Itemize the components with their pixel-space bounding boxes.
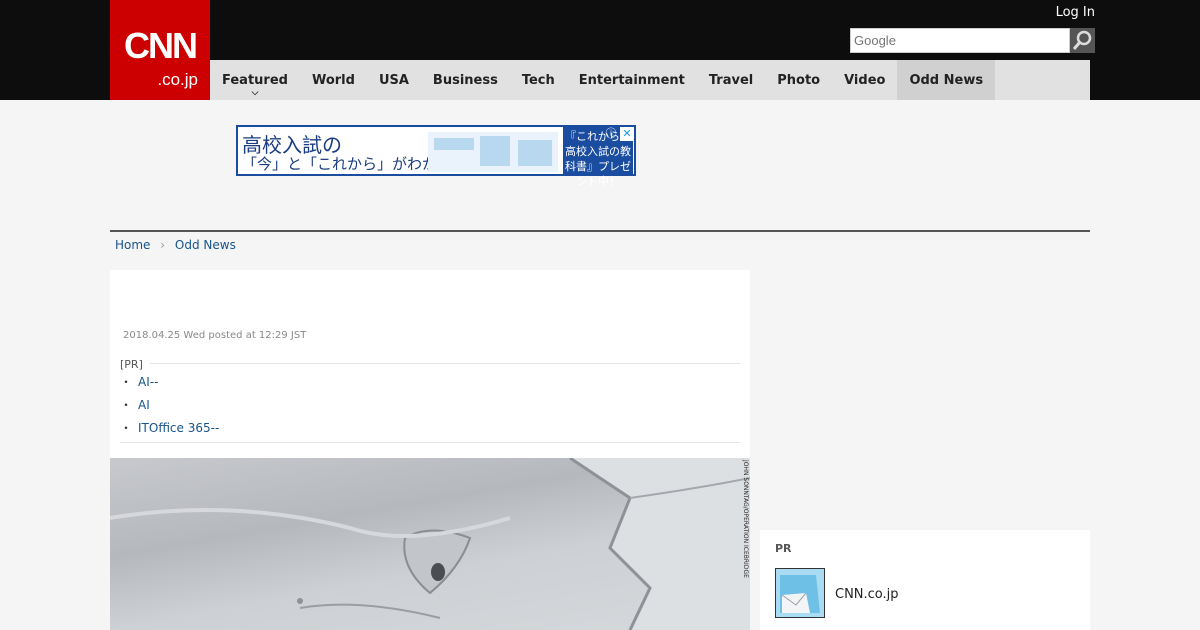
chevron-down-icon: ⌵ xyxy=(251,88,259,98)
nav-video[interactable]: Video xyxy=(832,60,897,100)
pr-divider-top xyxy=(150,363,740,364)
bullet-icon: ・ xyxy=(120,375,133,389)
nav-featured-label: Featured xyxy=(222,72,288,88)
sidebar-item-title[interactable]: CNN.co.jp xyxy=(835,587,899,602)
photo-credit: JOHN SONNTAG/OPERATION ICEBRIDGE xyxy=(742,460,749,578)
pr-link-text: AI xyxy=(138,398,150,412)
pr-link-list: ・ AI-- ・ AI ・ ITOffice 365-- xyxy=(120,371,219,440)
nav-featured[interactable]: Featured ⌵ xyxy=(210,60,300,100)
bullet-icon: ・ xyxy=(120,398,133,412)
pr-divider-bottom xyxy=(120,442,740,443)
ad-image xyxy=(428,132,558,172)
search-icon xyxy=(1072,30,1092,50)
banner-ad[interactable]: 高校入試の 「今」と「これから」がわかる。 『これからの高校入試の教科書』プレゼ… xyxy=(236,125,636,188)
nav-world[interactable]: World xyxy=(300,60,367,100)
main-nav: Featured ⌵ World USA Business Tech Enter… xyxy=(210,60,1090,100)
search-button[interactable] xyxy=(1070,28,1095,53)
logo-main-text: CNN xyxy=(124,25,198,66)
chevron-right-icon: › xyxy=(160,238,166,252)
pr-link-text: AI-- xyxy=(138,375,159,389)
nav-tech[interactable]: Tech xyxy=(510,60,567,100)
pr-link[interactable]: ・ AI xyxy=(120,394,219,417)
breadcrumb-odd-news[interactable]: Odd News xyxy=(175,238,236,252)
sidebar-pr-label: PR xyxy=(775,542,792,555)
envelope-icon xyxy=(776,569,824,617)
article-photo[interactable]: JOHN SONNTAG/OPERATION ICEBRIDGE xyxy=(110,458,750,630)
nav-travel[interactable]: Travel xyxy=(697,60,765,100)
nav-entertainment[interactable]: Entertainment xyxy=(567,60,697,100)
nav-business[interactable]: Business xyxy=(421,60,510,100)
pr-link-text: ITOffice 365-- xyxy=(138,421,220,435)
search-input[interactable] xyxy=(850,28,1070,53)
ad-close-icon[interactable]: ✕ xyxy=(620,127,634,141)
sidebar-thumbnail[interactable] xyxy=(775,568,825,618)
section-divider xyxy=(110,230,1090,232)
sidebar-pr-box: PR CNN.co.jp xyxy=(760,530,1090,630)
ice-hole-illustration xyxy=(110,458,750,630)
pr-link[interactable]: ・ ITOffice 365-- xyxy=(120,417,219,440)
top-header: CNN .co.jp Log In Featured ⌵ World USA B… xyxy=(0,0,1200,100)
ad-info-icon[interactable]: ⓘ xyxy=(604,127,618,141)
breadcrumb-home[interactable]: Home xyxy=(115,238,150,252)
nav-usa[interactable]: USA xyxy=(367,60,421,100)
pr-link[interactable]: ・ AI-- xyxy=(120,371,219,394)
logo-sub-text: .co.jp xyxy=(157,70,198,89)
breadcrumb: Home › Odd News xyxy=(115,238,236,252)
article-dateline: 2018.04.25 Wed posted at 12:29 JST xyxy=(123,330,307,341)
nav-photo[interactable]: Photo xyxy=(765,60,832,100)
cnn-logo[interactable]: CNN .co.jp xyxy=(110,0,210,100)
bullet-icon: ・ xyxy=(120,421,133,435)
login-link[interactable]: Log In xyxy=(1056,5,1095,20)
pr-label: [PR] xyxy=(120,358,143,371)
nav-odd-news[interactable]: Odd News xyxy=(897,60,996,100)
article-card: 2018.04.25 Wed posted at 12:29 JST [PR] … xyxy=(110,270,750,630)
